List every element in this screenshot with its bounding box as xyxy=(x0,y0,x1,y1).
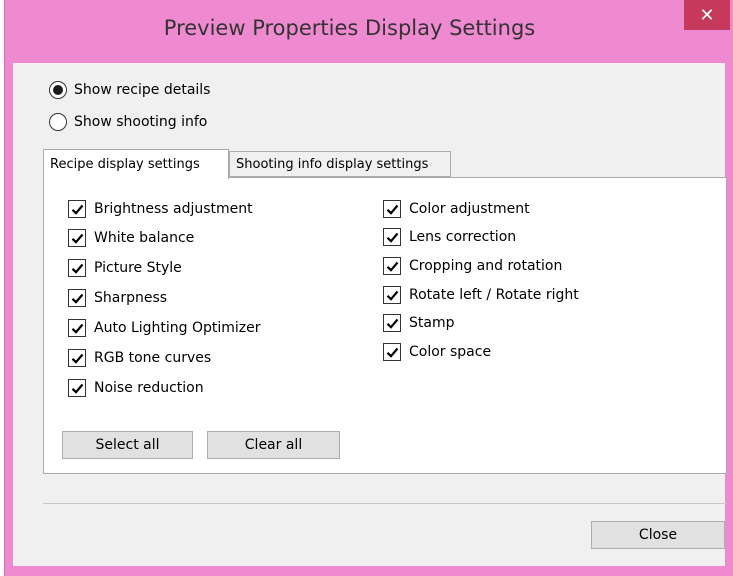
checkbox-color-space[interactable]: Color space xyxy=(383,341,491,363)
checkmark-icon xyxy=(71,263,83,274)
checkbox-box[interactable] xyxy=(68,200,86,218)
checkbox-label: RGB tone curves xyxy=(94,350,212,366)
checkmark-icon xyxy=(71,353,83,364)
checkbox-box[interactable] xyxy=(383,314,401,332)
checkbox-white-balance[interactable]: White balance xyxy=(68,227,194,249)
checkbox-box[interactable] xyxy=(68,259,86,277)
checkbox-label: Color adjustment xyxy=(409,201,530,217)
checkbox-color-adjustment[interactable]: Color adjustment xyxy=(383,198,530,220)
close-window-button[interactable]: ✕ xyxy=(684,0,730,30)
checkmark-icon xyxy=(386,347,398,358)
tab-label: Shooting info display settings xyxy=(236,156,429,172)
checkbox-cropping-and-rotation[interactable]: Cropping and rotation xyxy=(383,255,562,277)
radio-show-recipe-details[interactable]: Show recipe details xyxy=(49,79,210,101)
title-bar[interactable]: Preview Properties Display Settings ✕ xyxy=(5,0,733,68)
checkmark-icon xyxy=(386,261,398,272)
tab-recipe-display-settings[interactable]: Recipe display settings xyxy=(43,149,229,179)
close-icon: ✕ xyxy=(699,4,715,26)
checkbox-box[interactable] xyxy=(68,379,86,397)
checkbox-label: White balance xyxy=(94,230,195,246)
checkbox-label: Auto Lighting Optimizer xyxy=(94,320,261,336)
dialog-client-area: Show recipe details Show shooting info R… xyxy=(13,63,727,566)
checkmark-icon xyxy=(386,290,398,301)
footer-separator xyxy=(43,503,727,504)
checkbox-box[interactable] xyxy=(68,229,86,247)
radio-button[interactable] xyxy=(49,113,67,131)
checkbox-label: Brightness adjustment xyxy=(94,201,253,217)
radio-label: Show shooting info xyxy=(74,114,208,130)
tab-label: Recipe display settings xyxy=(50,157,200,172)
checkbox-sharpness[interactable]: Sharpness xyxy=(68,287,167,309)
checkbox-box[interactable] xyxy=(383,200,401,218)
checkmark-icon xyxy=(71,293,83,304)
radio-button[interactable] xyxy=(49,81,67,99)
checkmark-icon xyxy=(71,383,83,394)
tab-shooting-info-display-settings[interactable]: Shooting info display settings xyxy=(229,151,451,177)
checkbox-noise-reduction[interactable]: Noise reduction xyxy=(68,377,204,399)
checkbox-label: Lens correction xyxy=(409,229,517,245)
checkbox-box[interactable] xyxy=(68,289,86,307)
checkbox-box[interactable] xyxy=(383,286,401,304)
checkbox-box[interactable] xyxy=(383,228,401,246)
clear-all-button[interactable]: Clear all xyxy=(207,431,340,459)
checkmark-icon xyxy=(71,323,83,334)
recipe-settings-panel: Brightness adjustment White balance Pict… xyxy=(43,177,727,474)
checkbox-label: Stamp xyxy=(409,315,455,331)
select-all-button[interactable]: Select all xyxy=(62,431,193,459)
checkbox-box[interactable] xyxy=(383,257,401,275)
checkmark-icon xyxy=(386,204,398,215)
checkbox-rgb-tone-curves[interactable]: RGB tone curves xyxy=(68,347,211,369)
checkmark-icon xyxy=(71,204,83,215)
checkmark-icon xyxy=(386,318,398,329)
checkbox-label: Noise reduction xyxy=(94,380,204,396)
checkbox-box[interactable] xyxy=(383,343,401,361)
radio-selected-dot xyxy=(53,85,63,95)
checkbox-box[interactable] xyxy=(68,319,86,337)
close-button[interactable]: Close xyxy=(591,521,725,549)
dialog-window: Preview Properties Display Settings ✕ Sh… xyxy=(4,0,733,576)
checkbox-label: Picture Style xyxy=(94,260,182,276)
checkbox-label: Rotate left / Rotate right xyxy=(409,287,579,303)
checkbox-label: Sharpness xyxy=(94,290,168,306)
checkbox-label: Color space xyxy=(409,344,492,360)
checkbox-brightness-adjustment[interactable]: Brightness adjustment xyxy=(68,198,253,220)
checkmark-icon xyxy=(386,232,398,243)
window-title: Preview Properties Display Settings xyxy=(163,16,536,40)
checkbox-rotate-left-right[interactable]: Rotate left / Rotate right xyxy=(383,284,579,306)
checkmark-icon xyxy=(71,233,83,244)
checkbox-label: Cropping and rotation xyxy=(409,258,563,274)
checkbox-lens-correction[interactable]: Lens correction xyxy=(383,226,516,248)
checkbox-auto-lighting-optimizer[interactable]: Auto Lighting Optimizer xyxy=(68,317,261,339)
checkbox-stamp[interactable]: Stamp xyxy=(383,312,454,334)
checkbox-box[interactable] xyxy=(68,349,86,367)
radio-show-shooting-info[interactable]: Show shooting info xyxy=(49,111,207,133)
checkbox-picture-style[interactable]: Picture Style xyxy=(68,257,182,279)
radio-label: Show recipe details xyxy=(74,82,211,98)
